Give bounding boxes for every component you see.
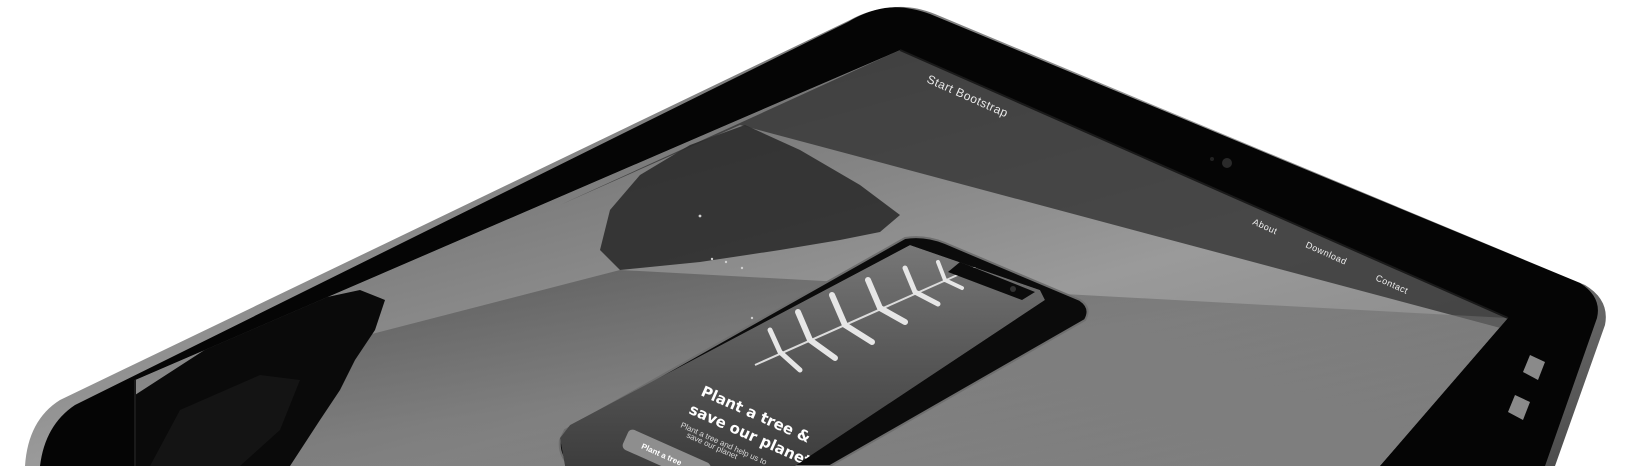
- phone-camera-icon: [1010, 286, 1016, 292]
- device-mockup-scene: Start Bootstrap About Download Contact P…: [25, 6, 1606, 466]
- sensor-dot-icon: [1210, 157, 1214, 161]
- front-camera-icon: [1222, 158, 1232, 168]
